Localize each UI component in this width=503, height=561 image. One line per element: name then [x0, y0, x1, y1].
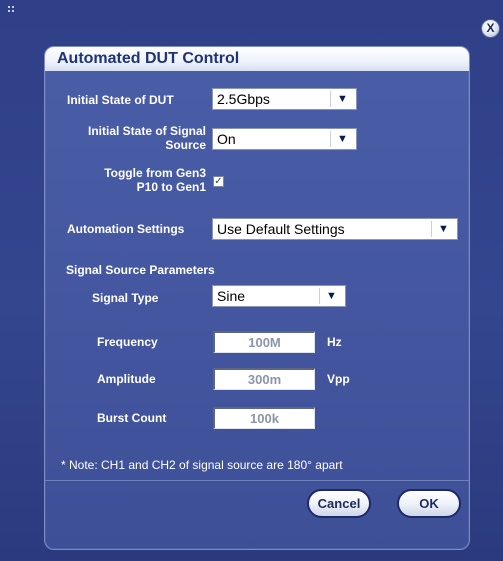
toggle-gen3-gen1-checkbox[interactable]: ✓: [213, 176, 224, 187]
ok-button[interactable]: OK: [397, 489, 461, 518]
dropdown-arrow-icon[interactable]: ▼: [319, 288, 343, 304]
initial-state-dut-label: Initial State of DUT: [67, 93, 174, 107]
frequency-label: Frequency: [97, 335, 158, 349]
initial-state-signal-source-dropdown[interactable]: On ▼: [212, 128, 357, 150]
amplitude-unit: Vpp: [327, 372, 350, 386]
burst-count-input[interactable]: 100k: [213, 407, 315, 429]
close-button[interactable]: X: [481, 19, 500, 38]
dropdown-arrow-icon[interactable]: ▼: [330, 91, 354, 107]
window-grip-icon[interactable]: [8, 6, 18, 16]
panel-title: Automated DUT Control: [57, 50, 240, 67]
phase-note: * Note: CH1 and CH2 of signal source are…: [61, 458, 343, 472]
automation-settings-dropdown[interactable]: Use Default Settings ▼: [212, 218, 458, 240]
signal-source-parameters-heading: Signal Source Parameters: [66, 263, 215, 277]
signal-type-dropdown[interactable]: Sine ▼: [212, 285, 346, 307]
automation-settings-label: Automation Settings: [67, 222, 185, 236]
toggle-gen3-gen1-label: Toggle from Gen3 P10 to Gen1: [104, 166, 206, 194]
dropdown-arrow-icon[interactable]: ▼: [431, 221, 455, 237]
signal-type-label: Signal Type: [92, 291, 159, 305]
cancel-button[interactable]: Cancel: [307, 489, 371, 518]
amplitude-label: Amplitude: [97, 372, 156, 386]
footer-divider: [45, 480, 469, 481]
automation-settings-value: Use Default Settings: [217, 221, 345, 237]
initial-state-dut-value: 2.5Gbps: [217, 91, 270, 107]
close-icon: X: [486, 21, 495, 35]
dropdown-arrow-icon[interactable]: ▼: [330, 131, 354, 147]
panel-header: Automated DUT Control: [45, 47, 469, 71]
amplitude-input[interactable]: 300m: [213, 368, 315, 390]
initial-state-signal-source-value: On: [217, 131, 236, 147]
initial-state-dut-dropdown[interactable]: 2.5Gbps ▼: [212, 88, 357, 110]
initial-state-signal-source-label: Initial State of Signal Source: [87, 124, 206, 152]
frequency-input[interactable]: 100M: [213, 331, 315, 353]
checkmark-icon: ✓: [214, 176, 223, 187]
frequency-unit: Hz: [327, 335, 342, 349]
signal-type-value: Sine: [217, 288, 246, 304]
burst-count-label: Burst Count: [97, 411, 167, 425]
